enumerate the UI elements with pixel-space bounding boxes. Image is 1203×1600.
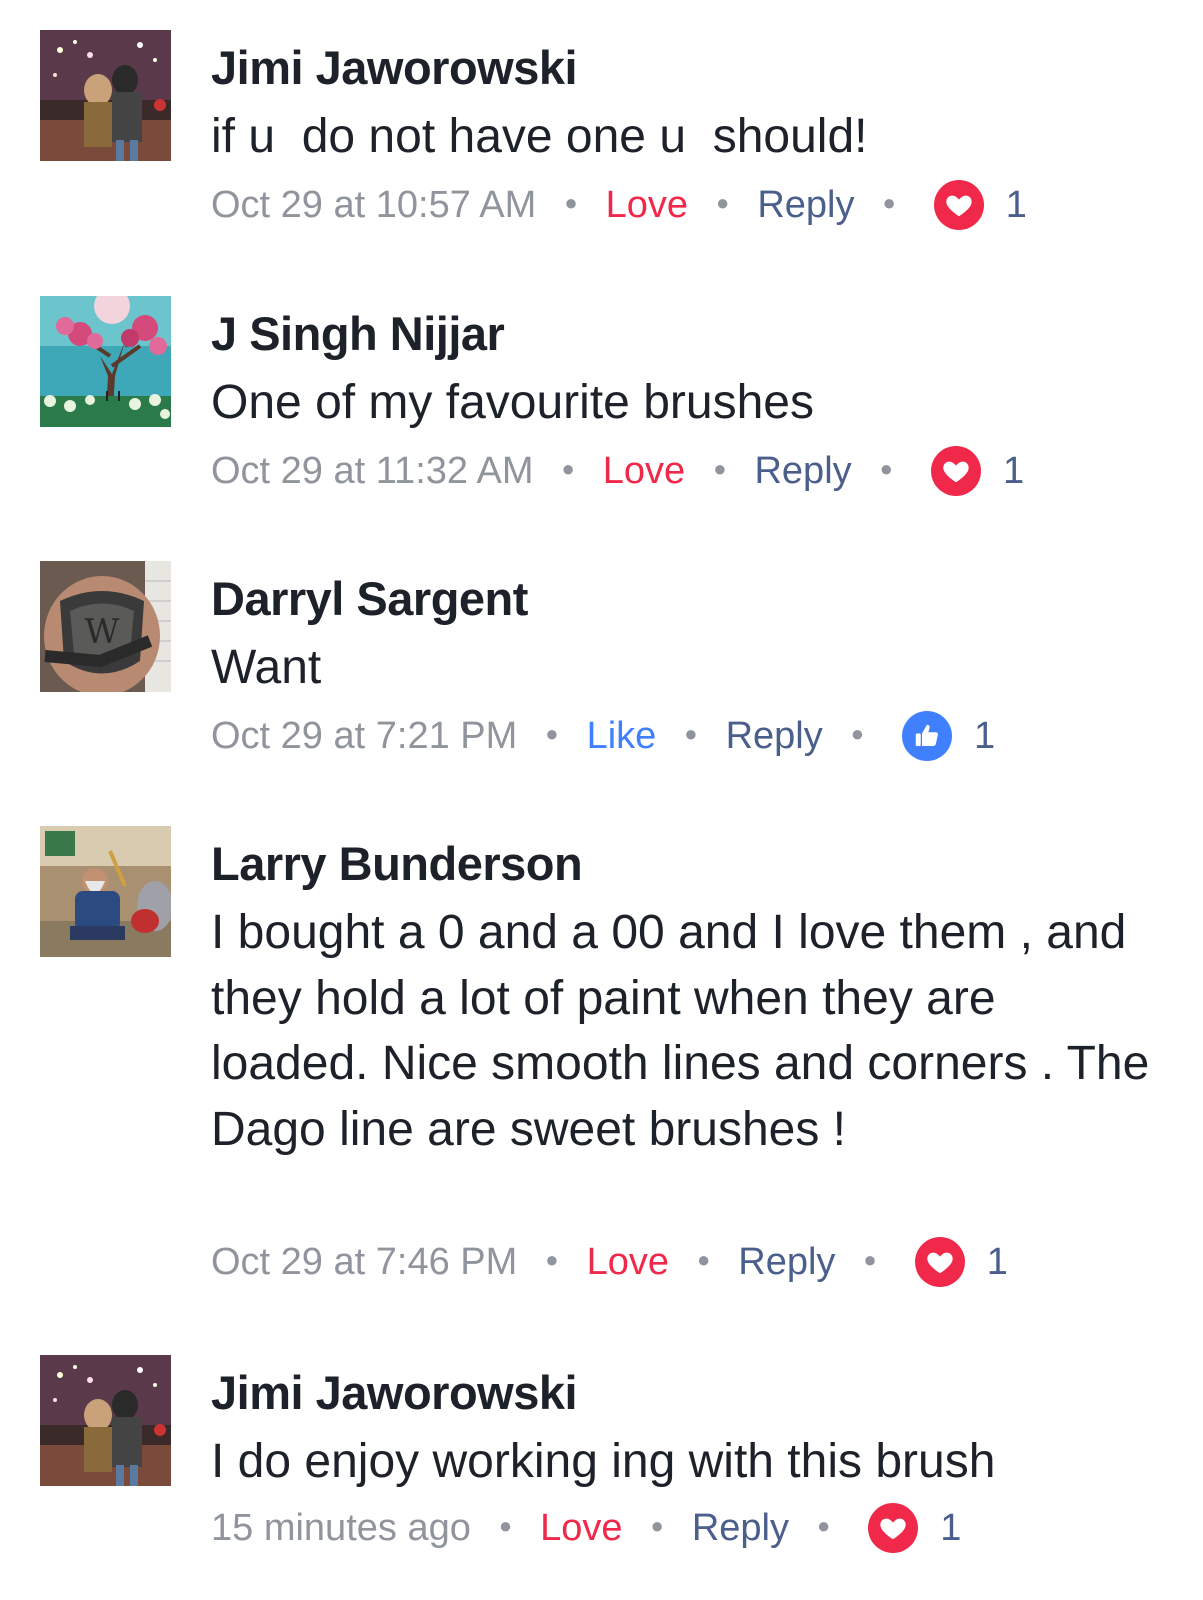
separator-dot: ● (561, 456, 575, 481)
heart-icon[interactable] (933, 180, 984, 230)
avatar[interactable] (40, 296, 171, 427)
separator-dot: ● (684, 721, 698, 746)
comment-meta: 15 minutes ago ● Love ● Reply ● 1 (211, 1503, 961, 1553)
comment-meta: Oct 29 at 11:32 AM ● Love ● Reply ● 1 (211, 446, 1024, 496)
comment-meta: Oct 29 at 7:21 PM ● Like ● Reply ● 1 (211, 711, 995, 761)
love-button[interactable]: Love (540, 1507, 622, 1550)
comment-author[interactable]: Jimi Jaworowski (211, 1365, 578, 1421)
comment-meta: Oct 29 at 7:46 PM ● Love ● Reply ● 1 (211, 1237, 1008, 1287)
heart-icon[interactable] (914, 1237, 965, 1287)
comment-text: Want (211, 641, 322, 694)
separator-dot: ● (817, 1513, 831, 1538)
comment-meta: Oct 29 at 10:57 AM ● Love ● Reply ● 1 (211, 180, 1027, 230)
separator-dot: ● (545, 721, 559, 746)
separator-dot: ● (713, 456, 727, 481)
comment-text: if u do not have one u should! (211, 110, 868, 163)
reply-button[interactable]: Reply (726, 715, 823, 758)
reaction-count[interactable]: 1 (987, 1241, 1008, 1284)
reaction-count[interactable]: 1 (940, 1507, 961, 1550)
reaction-count[interactable]: 1 (1006, 184, 1027, 227)
comment-author[interactable]: Larry Bunderson (211, 836, 583, 892)
reply-button[interactable]: Reply (754, 450, 851, 493)
separator-dot: ● (696, 1247, 711, 1272)
thumbs-up-icon[interactable] (902, 711, 953, 761)
separator-dot: ● (650, 1513, 664, 1538)
comment-text: I bought a 0 and a 00 and I love them , … (211, 906, 1163, 1156)
comment-timestamp[interactable]: Oct 29 at 10:57 AM (211, 184, 536, 227)
reply-button[interactable]: Reply (738, 1241, 835, 1284)
comment-timestamp[interactable]: Oct 29 at 7:46 PM (211, 1241, 517, 1284)
avatar[interactable] (40, 826, 171, 957)
love-button[interactable]: Love (603, 450, 685, 493)
avatar[interactable] (40, 30, 171, 161)
avatar[interactable]: W (40, 561, 171, 692)
comment-timestamp[interactable]: Oct 29 at 11:32 AM (211, 450, 533, 493)
separator-dot: ● (879, 456, 893, 481)
reply-button[interactable]: Reply (692, 1507, 789, 1550)
separator-dot: ● (564, 190, 578, 215)
comment-timestamp[interactable]: Oct 29 at 7:21 PM (211, 715, 517, 758)
separator-dot: ● (716, 190, 730, 215)
avatar[interactable] (40, 1355, 171, 1486)
comment-author[interactable]: Jimi Jaworowski (211, 40, 578, 96)
separator-dot: ● (545, 1247, 559, 1272)
separator-dot: ● (850, 721, 865, 746)
like-button[interactable]: Like (587, 715, 657, 758)
heart-icon[interactable] (868, 1503, 919, 1553)
love-button[interactable]: Love (606, 184, 688, 227)
heart-icon[interactable] (930, 446, 981, 496)
comment-timestamp[interactable]: 15 minutes ago (211, 1507, 471, 1550)
comment-text: One of my favourite brushes (211, 376, 814, 429)
separator-dot: ● (863, 1247, 877, 1272)
comment-author[interactable]: Darryl Sargent (211, 571, 528, 627)
reaction-count[interactable]: 1 (1003, 450, 1024, 493)
reply-button[interactable]: Reply (757, 184, 854, 227)
separator-dot: ● (882, 190, 896, 215)
comment-author[interactable]: J Singh Nijjar (211, 306, 505, 362)
svg-text:W: W (85, 612, 120, 652)
reaction-count[interactable]: 1 (974, 715, 995, 758)
love-button[interactable]: Love (587, 1241, 669, 1284)
separator-dot: ● (498, 1513, 513, 1538)
comment-text: I do enjoy working ing with this brush (211, 1435, 996, 1488)
